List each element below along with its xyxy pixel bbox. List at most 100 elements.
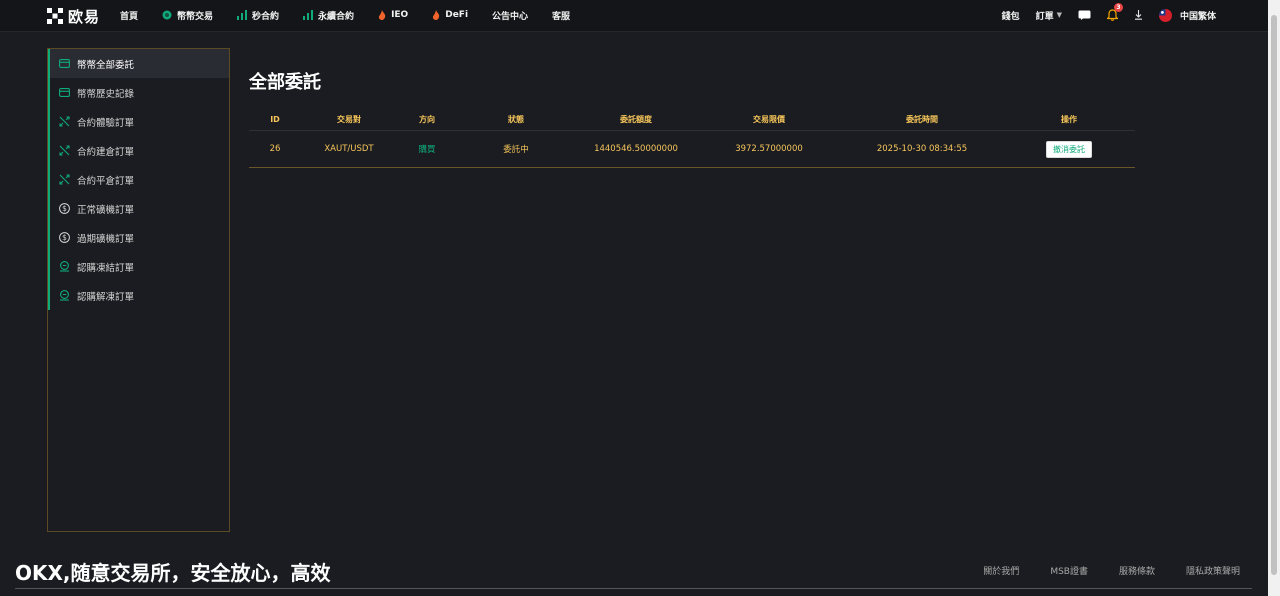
lock-coin-icon [60, 290, 69, 301]
flame-icon [378, 10, 386, 20]
bar-chart-icon [303, 10, 314, 20]
sidebar-item-contract-open-orders[interactable]: 合約建倉訂單 [48, 136, 229, 165]
nav-item-announcements[interactable]: 公告中心 [492, 9, 528, 22]
column-header-amount: 委託額度 [620, 114, 652, 124]
notifications-button[interactable]: 3 [1106, 3, 1123, 21]
cell-limit-price: 3972.57000000 [735, 144, 803, 154]
sidebar-item-label: 認購凍結訂單 [77, 262, 135, 274]
language-label: 中国繁体 [1179, 11, 1216, 22]
footer-links: 關於我們 MSB證書 服務條款 隱私政策聲明 [983, 564, 1240, 577]
cell-action: 撤消委託 [1003, 140, 1135, 158]
sidebar-item-label: 合約體驗訂單 [77, 117, 135, 129]
sidebar-item-label: 合約建倉訂單 [77, 146, 135, 158]
table-bottom-divider [249, 167, 1135, 168]
bar-chart-icon [237, 10, 248, 20]
footer-link-privacy-policy[interactable]: 隱私政策聲明 [1186, 564, 1240, 577]
card-icon [59, 59, 70, 68]
swap-arrows-icon [59, 116, 70, 127]
sidebar-item-label: 幣幣全部委託 [77, 59, 135, 71]
language-selector[interactable]: 中国繁体 [1158, 8, 1216, 22]
lock-coin-icon [60, 261, 69, 272]
nav-item-home[interactable]: 首頁 [120, 9, 138, 22]
scrollbar-thumb[interactable] [1271, 15, 1277, 575]
table-row: 26 XAUT/USDT 購買 委託中 1440546.50000000 397… [249, 131, 1135, 167]
main-nav: 首頁 幣幣交易 秒合約 永續合約 IEO DeFi 公告中心 客服 [120, 0, 594, 30]
nav-item-second-contract[interactable]: 秒合約 [237, 9, 279, 22]
nav-item-spot-trading[interactable]: 幣幣交易 [162, 9, 213, 22]
sidebar-item-spot-history[interactable]: 幣幣歷史記錄 [48, 78, 229, 107]
sidebar-item-label: 認購解凍訂單 [77, 291, 135, 303]
sidebar-item-subscription-unfrozen-orders[interactable]: 認購解凍訂單 [48, 281, 229, 310]
footer-link-msb-certificate[interactable]: MSB證書 [1050, 564, 1088, 577]
sidebar-item-contract-close-orders[interactable]: 合約平倉訂單 [48, 165, 229, 194]
footer-link-terms-of-service[interactable]: 服務條款 [1119, 564, 1155, 577]
column-header-direction: 方向 [419, 114, 435, 124]
cell-time: 2025-10-30 08:34:55 [876, 144, 968, 154]
svg-text:$: $ [62, 204, 67, 213]
flame-icon [433, 10, 440, 20]
nav-item-perpetual-contract[interactable]: 永續合約 [303, 9, 354, 22]
sidebar-item-spot-all-orders[interactable]: 幣幣全部委託 [48, 49, 229, 78]
orders-dropdown[interactable]: 訂單 ▼ [1036, 9, 1062, 22]
sidebar-item-subscription-frozen-orders[interactable]: 認購凍結訂單 [48, 252, 229, 281]
nav-item-customer-service[interactable]: 客服 [552, 9, 570, 22]
coin-icon [162, 10, 172, 20]
swap-arrows-icon [59, 174, 70, 185]
column-header-status: 狀態 [508, 114, 524, 124]
page-title: 全部委託 [249, 72, 321, 93]
footer-slogan: OKX,随意交易所，安全放心，高效 [15, 561, 331, 585]
cell-pair: XAUT/USDT [324, 144, 374, 154]
column-header-action: 操作 [1061, 114, 1077, 124]
orders-sidebar: 幣幣全部委託 幣幣歷史記錄 合約體驗訂單 合約建倉訂單 合約平倉訂單 $ 正常礦… [47, 48, 230, 532]
sidebar-item-label: 正常礦機訂單 [77, 204, 135, 216]
dollar-circle-icon: $ [59, 232, 70, 243]
wallet-label: 錢包 [1001, 11, 1020, 22]
notification-count-badge: 3 [1113, 3, 1123, 12]
wallet-link[interactable]: 錢包 [1002, 9, 1020, 22]
cancel-order-button[interactable]: 撤消委託 [1046, 140, 1092, 158]
sidebar-item-label: 合約平倉訂單 [77, 175, 135, 187]
cell-id: 26 [269, 144, 281, 154]
download-icon [1134, 10, 1142, 20]
sidebar-item-normal-miner-orders[interactable]: $ 正常礦機訂單 [48, 194, 229, 223]
sidebar-item-label: 過期礦機訂單 [77, 233, 135, 245]
nav-item-label: 永續合約 [318, 11, 355, 22]
nav-item-defi[interactable]: DeFi [432, 10, 468, 20]
nav-item-label: 公告中心 [492, 11, 529, 22]
orders-label: 訂單 [1035, 11, 1054, 22]
top-navigation-bar: 欧易 首頁 幣幣交易 秒合約 永續合約 IEO DeFi 公告中心 客服 錢包 … [0, 0, 1268, 32]
nav-item-label: DeFi [445, 10, 469, 20]
nav-item-label: 幣幣交易 [177, 11, 214, 22]
nav-item-label: 客服 [552, 11, 571, 22]
sidebar-item-contract-trial-orders[interactable]: 合約體驗訂單 [48, 107, 229, 136]
nav-item-label: IEO [391, 10, 409, 20]
nav-item-label: 首頁 [120, 11, 139, 22]
svg-text:$: $ [62, 233, 67, 242]
chevron-down-icon: ▼ [1056, 11, 1062, 19]
column-header-limit-price: 交易限價 [753, 114, 785, 124]
column-header-time: 委託時間 [906, 114, 938, 124]
dollar-circle-icon: $ [59, 203, 70, 214]
chat-button[interactable] [1078, 10, 1091, 20]
swap-arrows-icon [59, 145, 70, 156]
sidebar-item-label: 幣幣歷史記錄 [77, 88, 135, 100]
download-button[interactable] [1134, 10, 1143, 20]
cell-direction: 購買 [418, 145, 436, 155]
cell-status: 委託中 [503, 145, 529, 155]
nav-item-label: 秒合約 [252, 11, 280, 22]
nav-item-ieo[interactable]: IEO [378, 10, 408, 20]
taiwan-flag-icon [1158, 8, 1172, 22]
top-right-menu: 錢包 訂單 ▼ 3 中国繁体 [986, 0, 1216, 30]
footer-link-about-us[interactable]: 關於我們 [983, 564, 1019, 577]
cell-amount: 1440546.50000000 [594, 144, 678, 154]
column-header-pair: 交易對 [337, 114, 361, 124]
chat-icon [1078, 10, 1091, 20]
column-header-id: ID [270, 114, 280, 124]
table-header-row: ID 交易對 方向 狀態 委託額度 交易限價 委託時間 操作 [249, 108, 1135, 130]
sidebar-item-expired-miner-orders[interactable]: $ 過期礦機訂單 [48, 223, 229, 252]
brand-logo[interactable]: 欧易 [47, 6, 100, 26]
card-icon [59, 88, 70, 97]
page-scrollbar[interactable] [1268, 0, 1280, 596]
footer-divider [15, 588, 1252, 589]
okx-logo-icon [47, 8, 63, 24]
